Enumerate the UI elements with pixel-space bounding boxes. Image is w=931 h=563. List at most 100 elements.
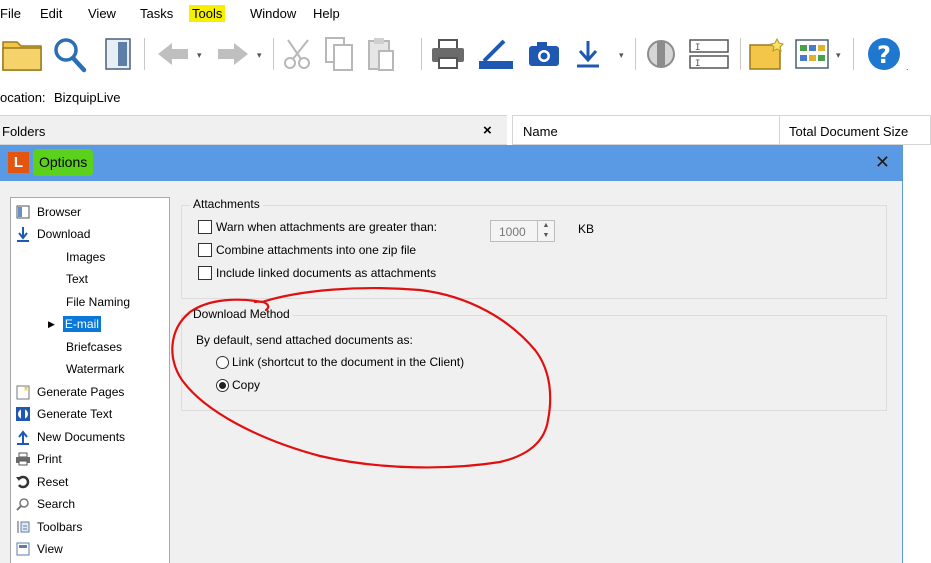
- download-method-title: Download Method: [190, 307, 293, 321]
- tree-item-email[interactable]: ▶ E-mail: [48, 314, 101, 334]
- tree-item-new-documents[interactable]: New Documents: [15, 427, 125, 447]
- paste-icon[interactable]: [362, 32, 400, 76]
- include-linked-checkbox[interactable]: Include linked documents as attachments: [198, 266, 436, 280]
- dialog-close-button[interactable]: ✕: [875, 152, 890, 173]
- tree-item-generate-pages[interactable]: Generate Pages: [15, 382, 124, 402]
- tree-label: Generate Pages: [37, 385, 125, 399]
- attachments-title: Attachments: [190, 197, 263, 211]
- tree-item-download[interactable]: Download: [15, 224, 90, 244]
- tree-label: Generate Text: [37, 407, 113, 421]
- size-threshold-value: 1000: [499, 225, 526, 239]
- toolbars-icon: [15, 519, 31, 535]
- expand-arrow-icon[interactable]: ▶: [48, 319, 55, 330]
- spinner-arrows-icon[interactable]: ▲ ▼: [537, 221, 554, 241]
- warn-size-checkbox[interactable]: Warn when attachments are greater than:: [198, 220, 437, 234]
- help-icon[interactable]: ?: [862, 32, 906, 76]
- tree-item-watermark[interactable]: Watermark: [66, 359, 124, 379]
- tree-item-view[interactable]: View: [15, 539, 63, 559]
- camera-icon[interactable]: [524, 32, 564, 76]
- options-dialog: L Options ✕ Browser Download Images Text…: [0, 145, 903, 563]
- tree-item-print[interactable]: Print: [15, 449, 62, 469]
- search-icon[interactable]: [48, 32, 90, 76]
- toolbar: ▾ ▾ ▾ II ▾ ? .: [0, 28, 931, 84]
- radio-copy[interactable]: Copy: [216, 378, 260, 392]
- tree-item-briefcases[interactable]: Briefcases: [66, 337, 122, 357]
- back-arrow-icon[interactable]: [150, 32, 196, 76]
- folders-title: Folders: [2, 124, 46, 139]
- cut-icon[interactable]: [280, 32, 316, 76]
- svg-text:?: ?: [877, 41, 891, 69]
- generate-text-icon[interactable]: [642, 32, 680, 76]
- warn-size-label: Warn when attachments are greater than:: [216, 220, 438, 234]
- download-icon[interactable]: [570, 32, 606, 76]
- dialog-titlebar: L Options ✕: [0, 145, 902, 181]
- tree-label: Briefcases: [66, 340, 123, 354]
- tree-label: Watermark: [66, 362, 125, 376]
- menu-file[interactable]: File: [0, 5, 24, 22]
- options-tree: Browser Download Images Text File Naming…: [10, 197, 170, 563]
- tree-label: New Documents: [37, 430, 126, 444]
- new-folder-icon[interactable]: [746, 32, 788, 76]
- tree-item-generate-text[interactable]: Generate Text: [15, 404, 112, 424]
- tree-item-file-naming[interactable]: File Naming: [66, 292, 130, 312]
- print-icon[interactable]: [428, 32, 468, 76]
- tree-item-browser[interactable]: Browser: [15, 202, 81, 222]
- scan-icon[interactable]: [474, 32, 518, 76]
- tree-item-images[interactable]: Images: [66, 247, 105, 267]
- tree-item-search[interactable]: Search: [15, 494, 75, 514]
- location-bar: ocation: BizquipLive: [0, 84, 931, 112]
- radio-link[interactable]: Link (shortcut to the document in the Cl…: [216, 355, 464, 369]
- menu-bar: File Edit View Tasks Tools Window Help: [0, 0, 931, 28]
- menu-tools[interactable]: Tools: [189, 5, 226, 22]
- tree-item-reset[interactable]: Reset: [15, 472, 68, 492]
- menu-help[interactable]: Help: [310, 5, 343, 22]
- include-linked-label: Include linked documents as attachments: [216, 266, 437, 280]
- download-method-prompt: By default, send attached documents as:: [196, 333, 413, 347]
- copy-icon[interactable]: [320, 32, 358, 76]
- panel-icon[interactable]: [102, 32, 134, 76]
- combine-zip-checkbox[interactable]: Combine attachments into one zip file: [198, 243, 416, 257]
- radio-link-label: Link (shortcut to the document in the Cl…: [232, 355, 465, 369]
- download-icon: [15, 226, 31, 242]
- forward-arrow-icon[interactable]: [210, 32, 256, 76]
- folders-close-button[interactable]: ×: [483, 122, 492, 139]
- print-icon: [15, 451, 31, 467]
- tree-label: Reset: [37, 475, 69, 489]
- folders-pane-header: Folders ×: [0, 115, 507, 145]
- tree-label: View: [37, 542, 63, 556]
- tree-label: Toolbars: [37, 520, 83, 534]
- dialog-body: Browser Download Images Text File Naming…: [0, 181, 902, 563]
- tree-item-toolbars[interactable]: Toolbars: [15, 517, 82, 537]
- column-header-total-size[interactable]: Total Document Size: [789, 124, 908, 139]
- menu-window[interactable]: Window: [247, 5, 299, 22]
- tree-label: Search: [37, 497, 76, 511]
- column-header-name[interactable]: Name: [523, 124, 558, 139]
- size-unit-label: KB: [578, 222, 595, 236]
- rename-icon[interactable]: II: [686, 32, 732, 76]
- location-value[interactable]: BizquipLive: [54, 90, 121, 105]
- size-threshold-spinner[interactable]: 1000 ▲ ▼: [490, 220, 555, 242]
- menu-tasks[interactable]: Tasks: [137, 5, 176, 22]
- tree-label: Text: [66, 272, 89, 286]
- menu-edit[interactable]: Edit: [37, 5, 65, 22]
- svg-text:I: I: [695, 59, 700, 69]
- tree-label: Download: [37, 227, 91, 241]
- tree-label: File Naming: [66, 295, 131, 309]
- grid-view-icon[interactable]: [792, 32, 832, 76]
- view-icon: [15, 541, 31, 557]
- dialog-title: Options: [33, 149, 94, 176]
- menu-view[interactable]: View: [85, 5, 119, 22]
- app-logo: L: [8, 152, 29, 173]
- generate-pages-icon: [15, 384, 31, 400]
- svg-text:I: I: [695, 43, 700, 53]
- tree-label: Browser: [37, 205, 82, 219]
- tree-label: Images: [66, 250, 106, 264]
- list-pane-header: Name Total Document Size: [512, 115, 931, 146]
- reset-icon: [15, 474, 31, 490]
- tree-label-selected: E-mail: [62, 316, 101, 332]
- browser-icon: [15, 204, 31, 220]
- tree-label: Print: [37, 452, 62, 466]
- tree-item-text[interactable]: Text: [66, 269, 88, 289]
- folder-icon[interactable]: [0, 32, 46, 76]
- combine-zip-label: Combine attachments into one zip file: [216, 243, 417, 257]
